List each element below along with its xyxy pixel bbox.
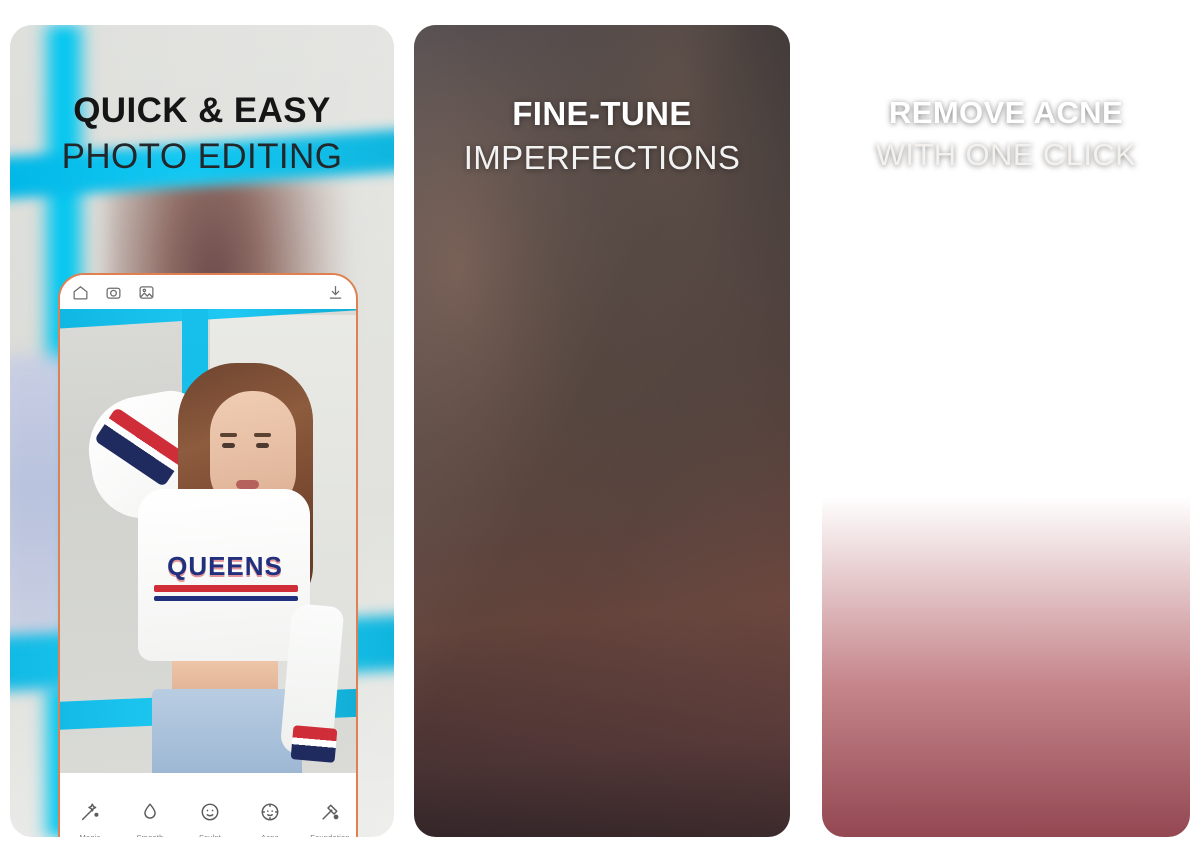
tool-item-label: Foundation (310, 833, 350, 837)
tool-item-foundation[interactable]: Foundation (300, 801, 356, 837)
home-icon[interactable] (72, 284, 89, 301)
tool-item-label: Smooth (136, 833, 163, 837)
panel-1-headline: QUICK & EASY PHOTO EDITING (10, 91, 394, 177)
promo-panel-1: QUICK & EASY PHOTO EDITING QUEENS (10, 25, 394, 837)
download-icon[interactable] (327, 284, 344, 301)
foundation-brush-icon (319, 801, 341, 828)
editor-top-bar-1 (60, 275, 356, 309)
headline-line-1: QUICK & EASY (73, 91, 331, 130)
face-sculpt-icon (199, 801, 221, 828)
tool-item-sculpt[interactable]: Sculpt (180, 801, 240, 837)
headline-line-2: IMPERFECTIONS (463, 139, 741, 176)
panel-2-headline: FINE-TUNE IMPERFECTIONS (414, 95, 790, 177)
headline-line-1: REMOVE ACNE (888, 95, 1124, 130)
phone-mockup-1: QUEENS (58, 273, 358, 837)
retouch-tool-panel: MagicSmoothSculptAcneFoundationFine Reto… (60, 789, 356, 837)
promo-panel-2: FINE-TUNE IMPERFECTIONS (414, 25, 790, 837)
droplet-icon (139, 801, 161, 828)
camera-icon[interactable] (105, 284, 122, 301)
retouch-tool-row: MagicSmoothSculptAcneFoundationFine (60, 789, 356, 837)
tool-item-label: Sculpt (199, 833, 221, 837)
headline-line-2: WITH ONE CLICK (875, 137, 1137, 172)
tool-item-label: Magic (79, 833, 100, 837)
promo-panel-3: REMOVE ACNE WITH ONE CLICK AutoAcne (822, 25, 1190, 837)
photo-shirt-text: QUEENS (167, 551, 283, 581)
tool-item-smooth[interactable]: Smooth (120, 801, 180, 837)
gallery-icon[interactable] (138, 284, 155, 301)
tool-item-acne[interactable]: Acne (240, 801, 300, 837)
tool-item-label: Acne (261, 833, 279, 837)
headline-line-2: PHOTO EDITING (61, 137, 343, 176)
headline-line-1: FINE-TUNE (512, 95, 692, 132)
panel-3-headline: REMOVE ACNE WITH ONE CLICK (822, 95, 1190, 173)
editor-photo-1: QUEENS (60, 275, 356, 773)
acne-face-icon (259, 801, 281, 828)
tool-item-magic[interactable]: Magic (60, 801, 120, 837)
magic-wand-icon (79, 801, 101, 828)
screenshot-stage: QUICK & EASY PHOTO EDITING QUEENS FINE-T… (0, 0, 1200, 857)
